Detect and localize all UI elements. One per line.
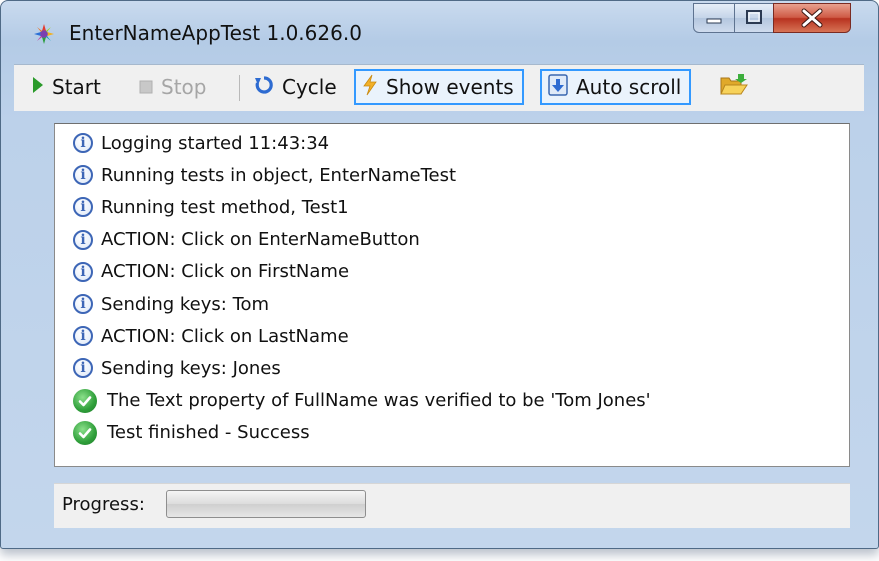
info-icon: i (73, 133, 93, 153)
title-bar[interactable]: EnterNameAppTest 1.0.626.0 (1, 1, 878, 53)
log-entry[interactable]: Test finished - Success (73, 418, 310, 448)
log-entry-text: ACTION: Click on EnterNameButton (101, 229, 420, 251)
log-entry[interactable]: i ACTION: Click on FirstName (73, 257, 349, 287)
log-entry[interactable]: i Sending keys: Jones (73, 353, 281, 383)
log-entry-text: Sending keys: Tom (101, 293, 270, 315)
log-list[interactable]: i Logging started 11:43:34 i Running tests … (54, 123, 850, 467)
open-folder-button[interactable] (720, 69, 748, 105)
folder-open-icon (720, 73, 748, 102)
stop-label: Stop (161, 75, 207, 99)
log-entry[interactable]: i ACTION: Click on LastName (73, 321, 349, 351)
lightning-icon (362, 74, 378, 101)
app-icon (33, 23, 55, 45)
info-icon: i (73, 261, 93, 282)
cycle-icon (254, 75, 274, 100)
start-label: Start (52, 75, 101, 99)
log-entry-text: Running test method, Test1 (101, 196, 349, 218)
minimize-icon (706, 18, 722, 24)
maximize-button[interactable] (734, 3, 774, 33)
progress-bar (166, 490, 366, 518)
log-entry-text: ACTION: Click on FirstName (101, 261, 350, 283)
toolbar-separator (239, 75, 240, 101)
show-events-button[interactable]: Show events (354, 69, 524, 105)
play-icon (32, 75, 44, 99)
cycle-label: Cycle (282, 75, 337, 99)
auto-scroll-label: Auto scroll (576, 75, 682, 99)
show-events-label: Show events (386, 75, 514, 99)
auto-scroll-button[interactable]: Auto scroll (540, 69, 692, 105)
log-entry[interactable]: i ACTION: Click on EnterNameButton (73, 225, 420, 255)
log-entry[interactable]: i Running tests in object, EnterNameTest (73, 160, 456, 190)
log-entry[interactable]: The Text property of FullName was verifi… (73, 386, 651, 416)
progress-label: Progress: (62, 494, 145, 515)
log-entry-text: Sending keys: Jones (101, 357, 281, 379)
info-icon: i (73, 294, 93, 314)
info-icon: i (73, 197, 93, 218)
log-entry-text: Logging started 11:43:34 (101, 132, 330, 154)
log-entry-text: ACTION: Click on LastName (101, 325, 349, 347)
log-entry-text: Test finished - Success (107, 422, 310, 444)
success-check-icon (73, 388, 97, 413)
stop-icon (139, 75, 153, 99)
scroll-down-icon (548, 73, 568, 101)
log-entry[interactable]: i Running test method, Test1 (73, 192, 349, 222)
status-bar: Progress: (54, 483, 850, 528)
info-icon: i (73, 165, 93, 186)
close-icon (801, 8, 823, 28)
log-entry-text: The Text property of FullName was verifi… (107, 390, 651, 412)
close-button[interactable] (773, 3, 851, 33)
success-check-icon (73, 420, 97, 445)
app-window: EnterNameAppTest 1.0.626.0 Start Stop Cy… (0, 0, 879, 549)
cycle-button[interactable]: Cycle (254, 69, 337, 105)
info-icon: i (73, 229, 93, 250)
toolbar: Start Stop Cycle Show events Auto scroll (14, 64, 864, 111)
stop-button[interactable]: Stop (139, 69, 206, 105)
info-icon: i (73, 358, 93, 379)
minimize-button[interactable] (693, 3, 735, 33)
start-button[interactable]: Start (32, 69, 101, 105)
log-entry[interactable]: i Logging started 11:43:34 (73, 128, 329, 158)
maximize-icon (746, 10, 762, 24)
info-icon: i (73, 326, 93, 347)
log-entry-text: Running tests in object, EnterNameTest (101, 164, 457, 186)
window-title: EnterNameAppTest 1.0.626.0 (69, 21, 362, 45)
log-entry[interactable]: i Sending keys: Tom (73, 289, 269, 319)
